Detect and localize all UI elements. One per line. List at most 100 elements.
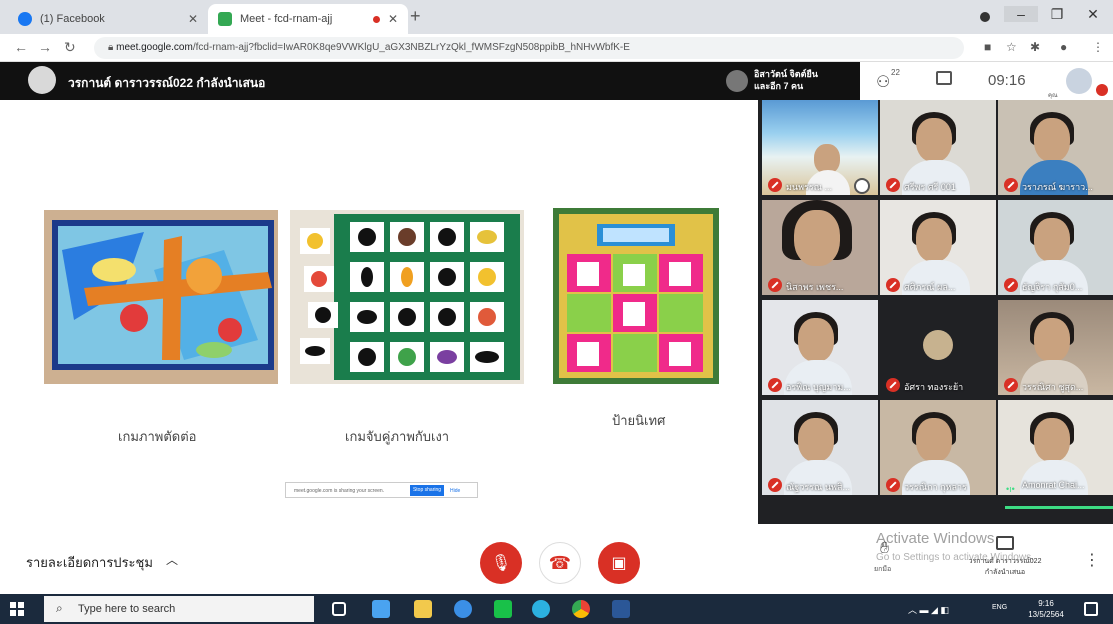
mic-muted-icon — [1004, 378, 1018, 392]
restore-button[interactable]: ❐ — [1040, 6, 1074, 23]
stop-sharing-button[interactable]: Stop sharing — [410, 485, 444, 496]
mic-muted-icon — [886, 178, 900, 192]
mic-muted-icon — [886, 278, 900, 292]
participant-tile[interactable]: •ı• Amonrat Chai... — [998, 400, 1113, 495]
meeting-clock: 09:16 — [988, 72, 1026, 89]
edge-icon[interactable] — [532, 600, 550, 618]
participant-tile[interactable]: ศศิภรณ์ ผล... — [880, 200, 996, 295]
meet-controls: รายละเอียดการประชุม ︿ 🎙︎ ☎︎ ▣ Activate W… — [0, 524, 1113, 594]
forward-icon[interactable]: → — [38, 39, 52, 55]
new-tab-button[interactable]: + — [410, 6, 421, 27]
participant-name: ศรีพร ศรี 001 — [904, 182, 956, 192]
more-options-icon[interactable]: ⋮ — [1084, 550, 1100, 570]
self-label: คุณ — [1048, 93, 1058, 99]
participant-name: ณัฐวรรณ นพสิ... — [786, 482, 850, 492]
search-icon: ⌕ — [56, 601, 63, 615]
participant-tile[interactable]: วรรณิกา กุหลาร — [880, 400, 996, 495]
taskbar-time: 9:16 — [1038, 599, 1054, 608]
browser-tab-strip: (1) Facebook ✕ Meet - fcd-rnam-ajj ✕ + –… — [0, 0, 1113, 34]
presentation-area: เกมภาพตัดต่อ เกมจับคู่ภาพกับเงา ป้ายนิเท… — [0, 100, 758, 524]
jigsaw-game-photo — [44, 210, 278, 384]
self-mic-muted-icon — [1096, 84, 1108, 96]
close-tab-icon[interactable]: ✕ — [188, 12, 198, 26]
line-icon[interactable] — [494, 600, 512, 618]
participant-name: นิสาพร เพชร... — [786, 282, 844, 292]
close-tab-icon[interactable]: ✕ — [388, 12, 398, 26]
mic-muted-icon — [768, 178, 782, 192]
hide-notice-button[interactable]: Hide — [450, 488, 460, 494]
meet-icon — [218, 12, 232, 26]
meet-toolbar: ⚇ 22 09:16 คุณ — [860, 62, 1113, 100]
profile-icon[interactable]: ● — [1060, 40, 1067, 54]
caption-bulletin-board: ป้ายนิเทศ — [612, 413, 666, 428]
participant-tile[interactable]: วรรณิศา ชูสุด... — [998, 300, 1113, 395]
menu-icon[interactable]: ⋮ — [1092, 40, 1104, 54]
edge-legacy-icon[interactable] — [454, 600, 472, 618]
close-window-button[interactable]: ✕ — [1076, 6, 1110, 23]
camera-icon[interactable]: ■ — [984, 40, 991, 54]
reload-icon[interactable]: ↻ — [64, 39, 76, 56]
tab-title: Meet - fcd-rnam-ajj — [240, 13, 333, 25]
camera-toggle-button[interactable]: ▣ — [598, 542, 640, 584]
recording-dot-icon — [373, 16, 380, 23]
bookmark-star-icon[interactable]: ☆ — [1006, 40, 1017, 54]
participant-name: มนพรรณ ... — [786, 182, 833, 192]
tab-facebook[interactable]: (1) Facebook ✕ — [8, 4, 208, 34]
notification-icon[interactable] — [1084, 602, 1098, 616]
address-toolbar: ← → ↻ 🔒︎ meet.google.com/fcd-rnam-ajj?fb… — [0, 34, 1113, 62]
presenter-avatar — [28, 66, 56, 94]
search-placeholder: Type here to search — [78, 603, 176, 615]
screen-share-notice: meet.google.com is sharing your screen. … — [285, 482, 478, 498]
taskbar-clock[interactable]: 9:16 13/5/2564 — [1026, 598, 1066, 620]
bulletin-board-photo — [553, 208, 719, 384]
bulletin-board-illustration — [553, 208, 719, 384]
store-icon[interactable] — [372, 600, 390, 618]
participant-tile[interactable]: มนพรรณ ... — [762, 100, 878, 195]
participant-tile[interactable]: ณัฐวรรณ นพสิ... — [762, 400, 878, 495]
camera-off-icon: ▣ — [611, 555, 627, 572]
chat-icon[interactable] — [936, 71, 952, 85]
participant-tile[interactable]: อรพิณ บุญมาม... — [762, 300, 878, 395]
people-icon[interactable]: ⚇ — [876, 72, 890, 92]
address-bar[interactable]: 🔒︎ meet.google.com/fcd-rnam-ajj?fbclid=I… — [94, 37, 964, 59]
meeting-details-button[interactable]: รายละเอียดการประชุม — [26, 552, 153, 573]
participant-name: วรรณิกา กุหลาร — [904, 482, 967, 492]
presenting-name: วรกานต์ ดาราวรรณ์022 — [968, 558, 1042, 565]
language-indicator[interactable]: ENG — [992, 604, 1007, 611]
leave-call-button[interactable]: ☎︎ — [539, 542, 581, 584]
windows-start-icon[interactable] — [10, 602, 24, 616]
mic-off-icon: 🎙︎ — [490, 555, 512, 572]
pinned-others: และอีก 7 คน — [754, 81, 804, 91]
tab-meet[interactable]: Meet - fcd-rnam-ajj ✕ — [208, 4, 408, 34]
system-tray-icons[interactable]: ︿ ▬ ◢ ◧ — [908, 603, 949, 616]
minimize-button[interactable]: – — [1004, 6, 1038, 22]
chrome-icon[interactable] — [572, 600, 590, 618]
account-icon[interactable] — [980, 12, 990, 22]
participant-tile[interactable]: ศรีพร ศรี 001 — [880, 100, 996, 195]
pinned-participants[interactable]: อิสาวัตน์ จิตต์ยืน และอีก 7 คน — [754, 68, 818, 92]
chevron-up-icon[interactable]: ︿ — [166, 551, 178, 568]
participant-tile[interactable]: อัศรา ทองระย้า — [880, 300, 996, 395]
url-path: /fcd-rnam-ajj?fbclid=IwAR0K8qe9VWKlgU_aG… — [192, 42, 630, 53]
present-screen-icon[interactable] — [996, 536, 1014, 550]
pin-icon[interactable] — [854, 178, 870, 194]
participant-name: อรพิณ บุญมาม... — [786, 382, 851, 392]
mic-toggle-button[interactable]: 🎙︎ — [480, 542, 522, 584]
back-icon[interactable]: ← — [14, 39, 28, 55]
extensions-icon[interactable]: ✱ — [1030, 40, 1040, 54]
participant-name: อัศรา ทองระย้า — [904, 382, 964, 392]
jigsaw-game-illustration — [44, 210, 278, 384]
participant-name: ธัญจิรา กุสัม0... — [1022, 282, 1083, 292]
self-avatar — [1066, 68, 1092, 94]
task-view-icon[interactable] — [332, 602, 346, 616]
participant-tile[interactable]: ธัญจิรา กุสัม0... — [998, 200, 1113, 295]
participant-tile[interactable]: วราภรณ์ ฆาราว... — [998, 100, 1113, 195]
raise-hand-icon[interactable]: ✋︎ — [880, 540, 889, 558]
taskbar-search[interactable]: ⌕ Type here to search — [44, 596, 314, 622]
participant-tile[interactable]: นิสาพร เพชร... — [762, 200, 878, 295]
people-count: 22 — [891, 68, 900, 77]
word-icon[interactable] — [612, 600, 630, 618]
file-explorer-icon[interactable] — [414, 600, 432, 618]
mic-muted-icon — [1004, 278, 1018, 292]
raise-hand-label: ยกมือ — [874, 566, 892, 573]
